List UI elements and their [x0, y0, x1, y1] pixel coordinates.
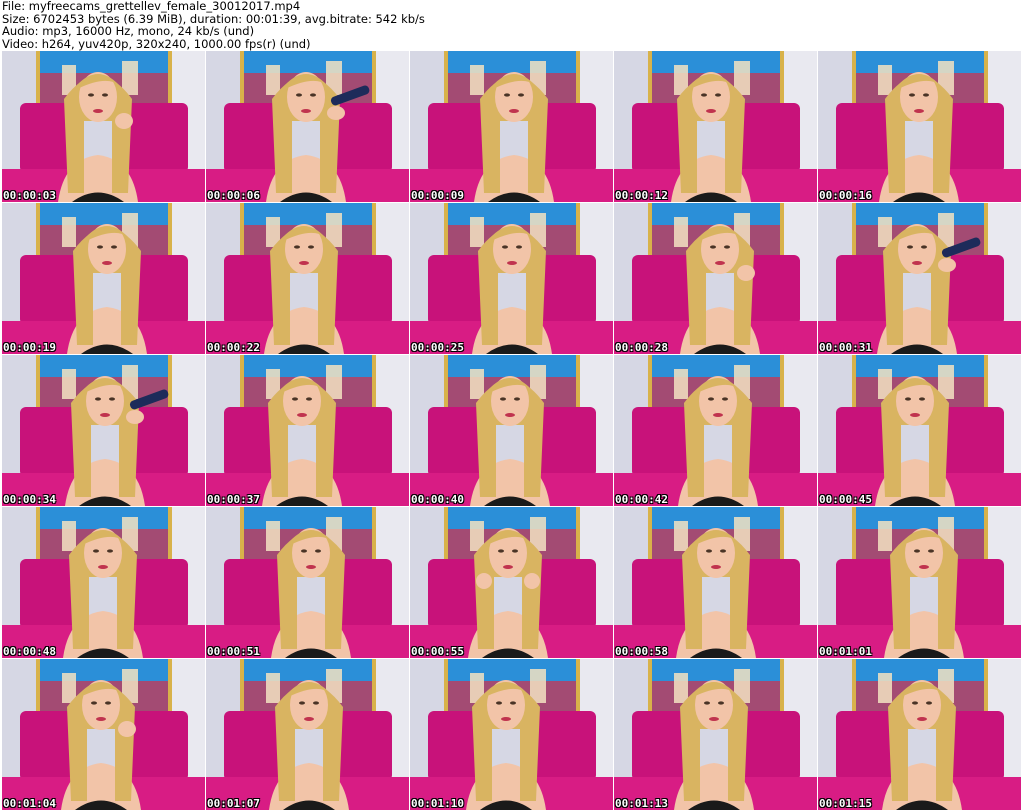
video-frame-image: [614, 51, 817, 202]
video-frame-image: [410, 507, 613, 658]
video-thumbnail: 00:00:31: [818, 203, 1021, 354]
video-thumbnail: 00:01:15: [818, 659, 1021, 810]
video-thumbnail: 00:00:19: [2, 203, 205, 354]
video-thumbnail: 00:00:42: [614, 355, 817, 506]
audio-info-line: Audio: mp3, 16000 Hz, mono, 24 kb/s (und…: [2, 24, 255, 38]
thumbnail-grid: 00:00:03 00:00:06 00:00:09 00:00:12 00:00:16…: [2, 51, 1021, 810]
video-frame-image: [2, 507, 205, 658]
video-thumbnail: 00:01:04: [2, 659, 205, 810]
video-frame-image: [614, 203, 817, 354]
video-frame-image: [2, 355, 205, 506]
video-thumbnail: 00:01:01: [818, 507, 1021, 658]
timestamp-label: 00:01:04: [3, 797, 56, 810]
video-thumbnail: 00:00:03: [2, 51, 205, 202]
timestamp-label: 00:01:07: [207, 797, 260, 810]
timestamp-label: 00:00:25: [411, 341, 464, 354]
video-frame-image: [2, 51, 205, 202]
video-frame-image: [206, 51, 409, 202]
video-frame-image: [410, 51, 613, 202]
video-frame-image: [2, 659, 205, 810]
video-frame-image: [206, 355, 409, 506]
file-name-line: File: myfreecams_grettellev_female_30012…: [2, 0, 301, 13]
timestamp-label: 00:01:01: [819, 645, 872, 658]
timestamp-label: 00:00:12: [615, 189, 668, 202]
timestamp-label: 00:00:31: [819, 341, 872, 354]
timestamp-label: 00:00:28: [615, 341, 668, 354]
video-info-line: Video: h264, yuv420p, 320x240, 1000.00 f…: [2, 36, 311, 51]
video-frame-image: [614, 659, 817, 810]
video-thumbnail: 00:00:40: [410, 355, 613, 506]
timestamp-label: 00:00:48: [3, 645, 56, 658]
timestamp-label: 00:00:03: [3, 189, 56, 202]
timestamp-label: 00:00:22: [207, 341, 260, 354]
timestamp-label: 00:00:55: [411, 645, 464, 658]
video-frame-image: [206, 203, 409, 354]
video-thumbnail: 00:00:45: [818, 355, 1021, 506]
video-thumbnail: 00:01:10: [410, 659, 613, 810]
video-frame-image: [206, 507, 409, 658]
video-frame-image: [410, 203, 613, 354]
timestamp-label: 00:00:09: [411, 189, 464, 202]
video-frame-image: [818, 659, 1021, 810]
timestamp-label: 00:00:51: [207, 645, 260, 658]
video-thumbnail: 00:00:58: [614, 507, 817, 658]
timestamp-label: 00:00:40: [411, 493, 464, 506]
video-thumbnail: 00:00:16: [818, 51, 1021, 202]
timestamp-label: 00:00:16: [819, 189, 872, 202]
video-thumbnail: 00:01:07: [206, 659, 409, 810]
timestamp-label: 00:00:34: [3, 493, 56, 506]
timestamp-label: 00:00:19: [3, 341, 56, 354]
video-thumbnail: 00:00:48: [2, 507, 205, 658]
timestamp-label: 00:00:37: [207, 493, 260, 506]
timestamp-label: 00:01:10: [411, 797, 464, 810]
video-frame-image: [206, 659, 409, 810]
video-thumbnail: 00:00:55: [410, 507, 613, 658]
video-thumbnail: 00:00:34: [2, 355, 205, 506]
video-thumbnail: 00:01:13: [614, 659, 817, 810]
timestamp-label: 00:01:15: [819, 797, 872, 810]
video-frame-image: [410, 355, 613, 506]
video-frame-image: [818, 51, 1021, 202]
video-thumbnail: 00:00:06: [206, 51, 409, 202]
timestamp-label: 00:01:13: [615, 797, 668, 810]
video-thumbnail: 00:00:37: [206, 355, 409, 506]
video-frame-image: [2, 203, 205, 354]
video-thumbnail: 00:00:25: [410, 203, 613, 354]
timestamp-label: 00:00:42: [615, 493, 668, 506]
video-thumbnail: 00:00:09: [410, 51, 613, 202]
timestamp-label: 00:00:45: [819, 493, 872, 506]
video-thumbnail: 00:00:22: [206, 203, 409, 354]
video-frame-image: [818, 507, 1021, 658]
video-frame-image: [614, 355, 817, 506]
video-frame-image: [614, 507, 817, 658]
file-info-header: File: myfreecams_grettellev_female_30012…: [0, 0, 1024, 50]
video-frame-image: [818, 203, 1021, 354]
timestamp-label: 00:00:58: [615, 645, 668, 658]
video-thumbnail: 00:00:28: [614, 203, 817, 354]
video-frame-image: [818, 355, 1021, 506]
timestamp-label: 00:00:06: [207, 189, 260, 202]
video-frame-image: [410, 659, 613, 810]
video-thumbnail: 00:00:51: [206, 507, 409, 658]
video-thumbnail: 00:00:12: [614, 51, 817, 202]
